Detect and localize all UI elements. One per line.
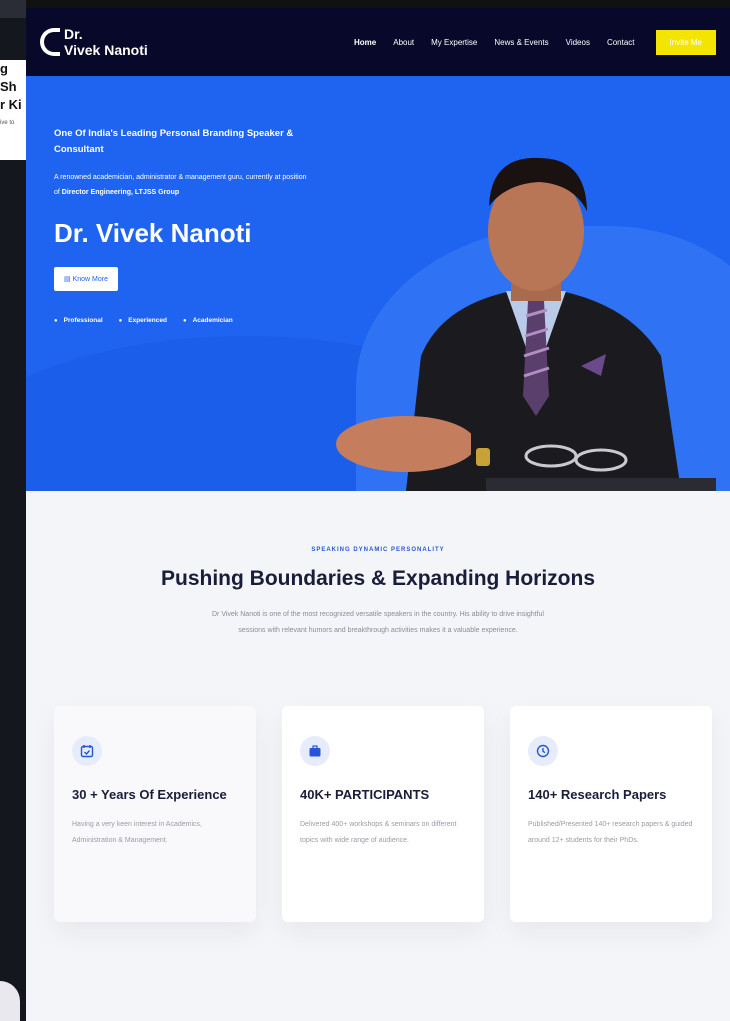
intro-eyebrow: SPEAKING DYNAMIC PERSONALITY xyxy=(311,547,445,553)
logo-text: Dr. Vivek Nanoti xyxy=(64,26,148,58)
top-navigation: Dr. Vivek Nanoti Home About My Expertise… xyxy=(26,8,730,76)
calendar-check-icon xyxy=(72,736,102,766)
feature-text: Published/Presented 140+ research papers… xyxy=(528,821,693,844)
background-shape xyxy=(0,981,20,1021)
nav-home[interactable]: Home xyxy=(354,38,376,47)
trait-professional: Professional xyxy=(54,317,103,324)
feature-title: 30 + Years Of Experience xyxy=(72,787,227,802)
clock-icon xyxy=(528,736,558,766)
background-text-1: g Sh xyxy=(0,61,17,94)
window-top-edge xyxy=(26,0,730,8)
feature-text: Having a very keen interest in Academics… xyxy=(72,821,202,844)
invite-me-button[interactable]: Invite Me xyxy=(655,29,716,55)
logo-mark-icon xyxy=(40,28,60,56)
hero-name: Dr. Vivek Nanoti xyxy=(54,218,252,248)
hero-description-highlight: Director Engineering, LTJSS Group xyxy=(61,189,180,196)
logo-line-2: Vivek Nanoti xyxy=(64,42,148,58)
background-window: g Sh r Ki ive to xyxy=(0,0,26,1021)
trait-academician: Academician xyxy=(183,317,233,324)
speaker-portrait xyxy=(336,157,716,491)
know-more-label: Know More xyxy=(72,276,108,283)
webpage: Dr. Vivek Nanoti Home About My Expertise… xyxy=(26,8,730,1021)
intro-body: Dr Vivek Nanoti is one of the most recog… xyxy=(211,611,544,634)
feature-title: 140+ Research Papers xyxy=(528,787,667,802)
intro-section: SPEAKING DYNAMIC PERSONALITY Pushing Bou… xyxy=(26,491,730,639)
intro-headline: Pushing Boundaries & Expanding Horizons xyxy=(160,567,596,590)
nav-about[interactable]: About xyxy=(393,38,414,47)
know-more-button[interactable]: ▤ Know More xyxy=(54,267,118,291)
background-topbar xyxy=(0,0,26,18)
feature-card: 40K+ PARTICIPANTS Delivered 400+ worksho… xyxy=(282,706,484,922)
feature-cards: 30 + Years Of Experience Having a very k… xyxy=(54,706,712,922)
hero-text: One Of India's Leading Personal Branding… xyxy=(54,126,314,324)
nav-menu: Home About My Expertise News & Events Vi… xyxy=(354,29,716,55)
logo-line-1: Dr. xyxy=(64,26,83,42)
hero-traits: Professional Experienced Academician xyxy=(54,317,314,324)
briefcase-icon xyxy=(300,736,330,766)
nav-contact[interactable]: Contact xyxy=(607,38,635,47)
trait-experienced: Experienced xyxy=(119,317,167,324)
background-text-2: r Ki xyxy=(0,97,22,112)
know-more-icon: ▤ xyxy=(64,276,73,283)
site-logo[interactable]: Dr. Vivek Nanoti xyxy=(40,26,148,58)
nav-news-events[interactable]: News & Events xyxy=(494,38,548,47)
background-card: g Sh r Ki ive to xyxy=(0,60,26,160)
hero-tagline: One Of India's Leading Personal Branding… xyxy=(54,128,294,155)
background-text-3: ive to xyxy=(0,120,15,126)
nav-videos[interactable]: Videos xyxy=(566,38,590,47)
feature-card: 30 + Years Of Experience Having a very k… xyxy=(54,706,256,922)
feature-card: 140+ Research Papers Published/Presented… xyxy=(510,706,712,922)
feature-text: Delivered 400+ workshops & seminars on d… xyxy=(300,821,457,844)
hero-section: One Of India's Leading Personal Branding… xyxy=(26,76,730,491)
nav-my-expertise[interactable]: My Expertise xyxy=(431,38,477,47)
feature-title: 40K+ PARTICIPANTS xyxy=(300,787,430,802)
hero-description: A renowned academician, administrator & … xyxy=(54,170,314,200)
